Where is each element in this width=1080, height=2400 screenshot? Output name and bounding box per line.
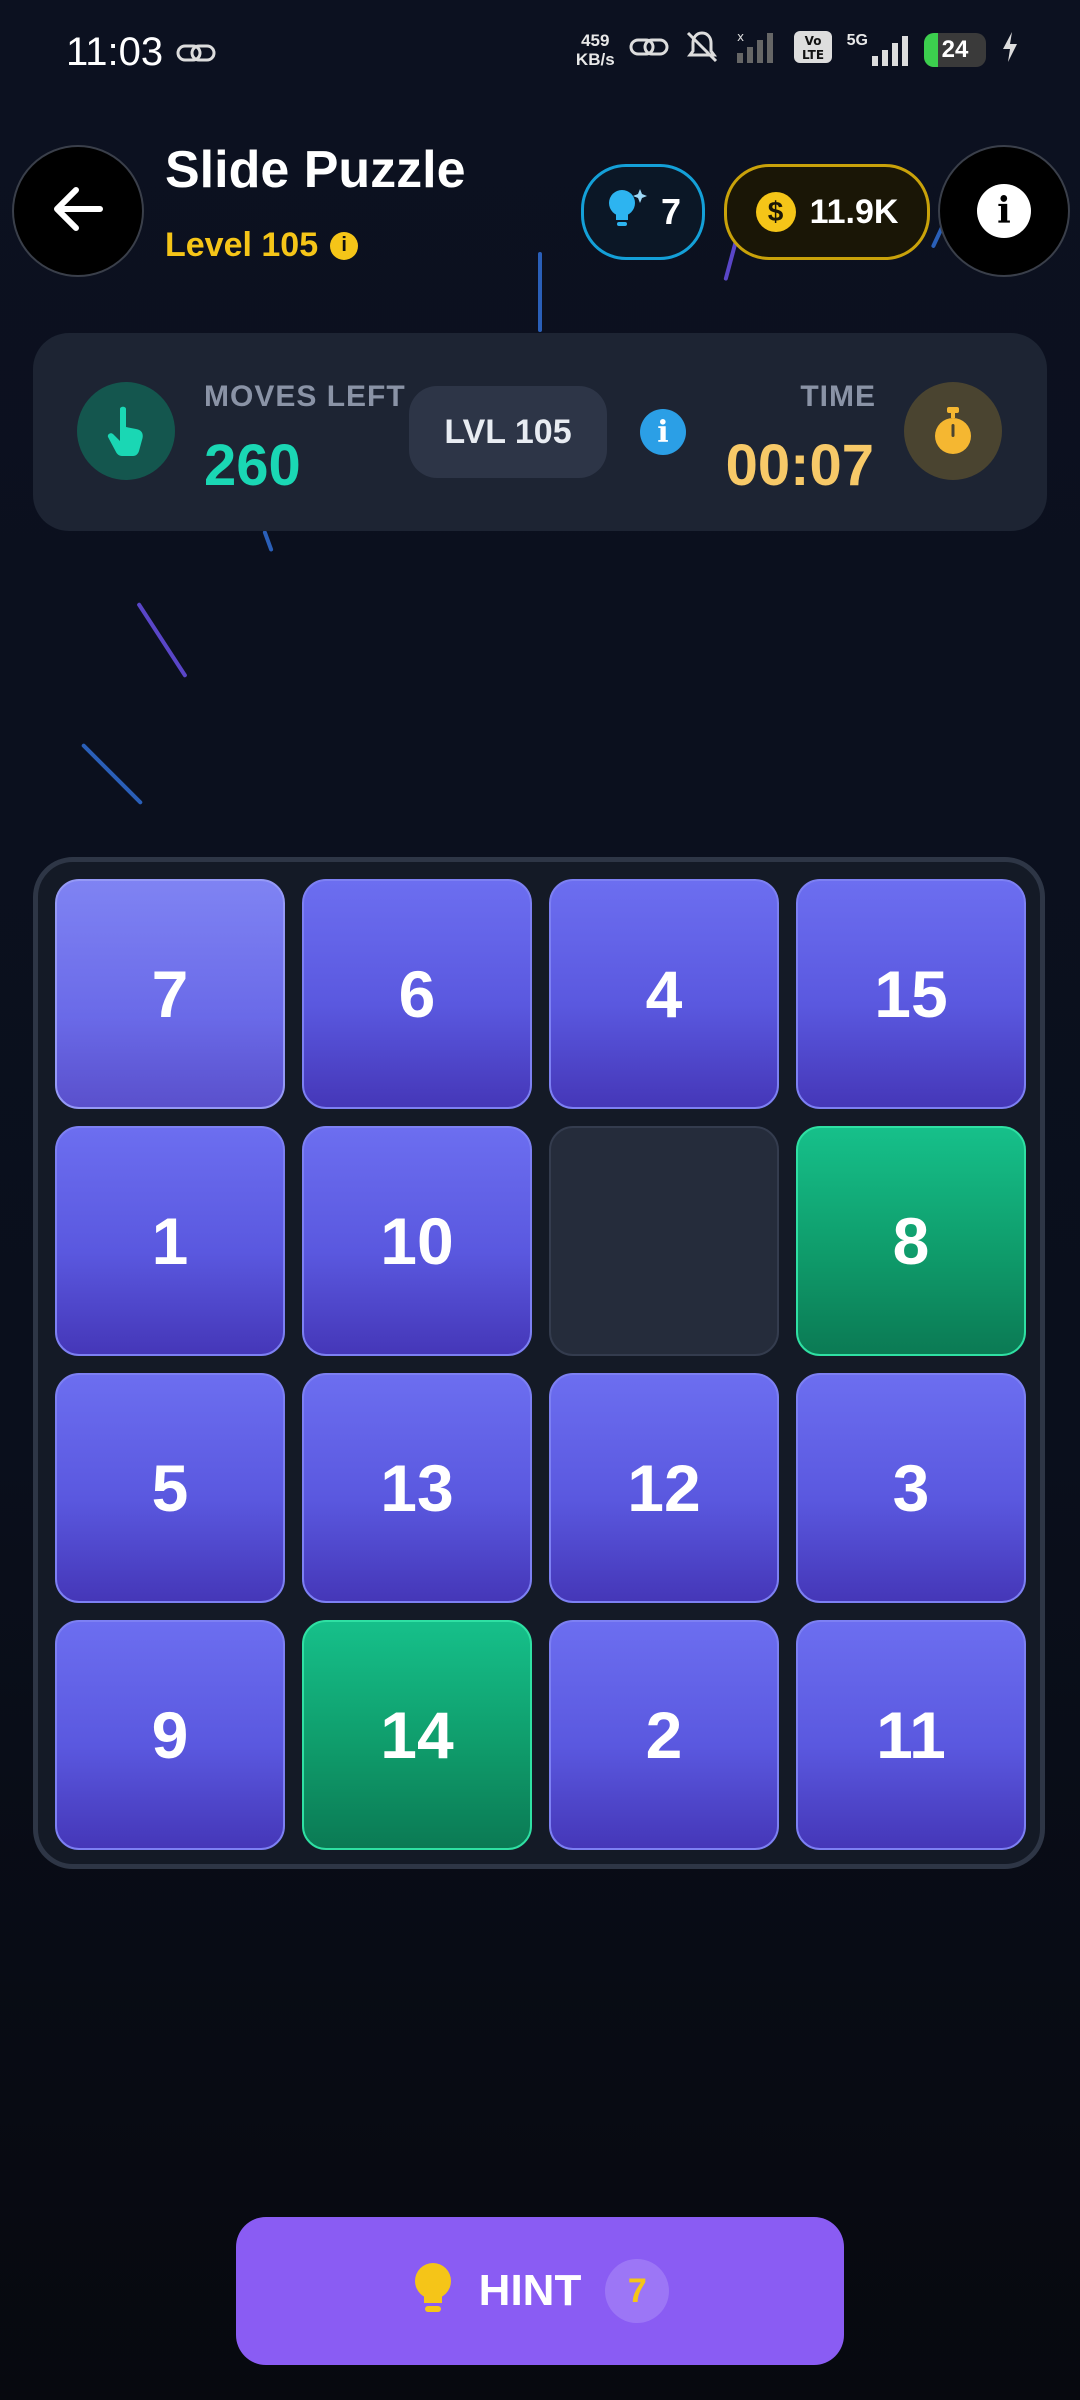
puzzle-tile[interactable]: 15 [796,879,1026,1109]
puzzle-tile[interactable]: 11 [796,1620,1026,1850]
stopwatch-icon [904,382,1002,480]
coins-value: 11.9K [809,192,899,231]
status-icons: 459 KB/s x Vo LTE 5G 24 [576,28,1020,71]
lightbulb-sparkle-icon [605,185,647,240]
hint-label: HINT [478,2266,582,2315]
puzzle-tile[interactable]: 5 [55,1373,285,1603]
moves-left-label: MOVES LEFT [204,380,406,413]
decor-streak [538,252,542,332]
puzzle-tile[interactable]: 3 [796,1373,1026,1603]
hint-button[interactable]: HINT 7 [236,2217,844,2365]
signal-5g-icon: 5G [847,32,910,68]
level-text: Level 105 [165,226,319,264]
puzzle-tile[interactable]: 8 [796,1126,1026,1356]
puzzle-tile[interactable]: 10 [302,1126,532,1356]
svg-text:LTE: LTE [802,48,824,62]
mute-bell-icon [683,28,721,71]
puzzle-tile[interactable]: 13 [302,1373,532,1603]
net-speed-unit: KB/s [575,49,615,69]
puzzle-tile[interactable]: 2 [549,1620,779,1850]
info-icon: i [977,184,1031,238]
time-label: TIME [800,380,876,413]
hints-counter[interactable]: 7 [581,164,705,260]
svg-text:Vo: Vo [804,34,821,48]
puzzle-tile[interactable]: 9 [55,1620,285,1850]
empty-slot [549,1126,779,1356]
puzzle-board: 7 6 4 15 1 10 8 5 13 12 3 9 14 2 11 [33,857,1045,1869]
decor-streak [80,742,144,806]
puzzle-tile[interactable]: 4 [549,879,779,1109]
coins-counter[interactable]: $ 11.9K [724,164,930,260]
net-speed-value: 459 [581,30,610,50]
volte-icon: Vo LTE [793,29,833,70]
tap-hand-icon [77,382,175,480]
time-value: 00:07 [725,433,874,498]
battery-icon: 24 [924,32,986,67]
decor-streak [136,602,188,678]
hints-count: 7 [660,191,682,232]
page-title: Slide Puzzle [165,141,466,199]
info-button[interactable]: i [938,145,1070,277]
puzzle-tile[interactable]: 1 [55,1126,285,1356]
puzzle-tile[interactable]: 6 [302,879,532,1109]
network-type: 5G [846,31,868,49]
puzzle-tile[interactable]: 7 [55,879,285,1109]
net-speed: 459 KB/s [576,31,615,69]
back-button[interactable] [12,145,144,277]
level-badge: LVL 105 [409,386,607,478]
svg-text:x: x [737,30,744,44]
info-icon[interactable]: i [330,231,359,260]
moves-left-value: 260 [204,433,301,498]
puzzle-tile[interactable]: 14 [302,1620,532,1850]
info-icon[interactable]: i [640,409,686,455]
level-indicator: Level 105 i [165,226,359,265]
battery-level: 24 [941,35,969,63]
lightbulb-icon [411,2261,455,2322]
decor-streak [262,529,274,553]
arrow-left-icon [52,186,104,237]
status-time: 11:03 [66,30,164,74]
puzzle-tile[interactable]: 12 [549,1373,779,1603]
coin-icon: $ [755,192,796,232]
signal-1-icon: x [735,29,779,70]
hint-count-badge: 7 [605,2259,670,2323]
link-icon [629,34,669,65]
link-icon [176,40,216,71]
charging-icon [1000,30,1020,69]
